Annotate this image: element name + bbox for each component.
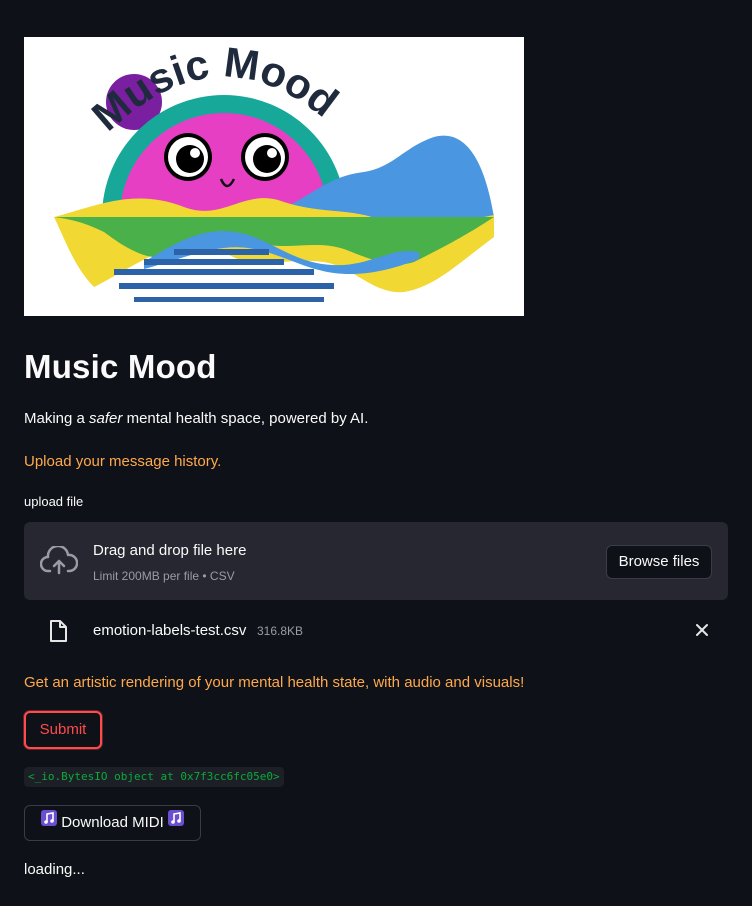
app-page: Music Mood Music Mood Making a safer men…: [0, 0, 752, 906]
upload-prompt: Upload your message history.: [24, 453, 222, 470]
upload-label: upload file: [24, 494, 84, 509]
file-icon: [48, 619, 68, 648]
uploaded-file-size: 316.8KB: [257, 624, 304, 638]
tagline-emphasis: safer: [89, 410, 123, 427]
music-mood-logo: Music Mood: [24, 37, 524, 316]
music-mood-logo-graphic: Music Mood: [54, 38, 494, 302]
download-midi-button[interactable]: Download MIDI: [24, 805, 201, 841]
submit-button[interactable]: Submit: [24, 711, 102, 749]
music-note-icon: [167, 806, 185, 840]
loading-status: loading...: [24, 861, 85, 878]
remove-file-close-icon[interactable]: [694, 622, 710, 638]
music-note-icon: [40, 806, 58, 840]
file-dropzone[interactable]: Drag and drop file here Limit 200MB per …: [24, 522, 728, 600]
page-title: Music Mood: [24, 348, 217, 385]
download-midi-label: Download MIDI: [61, 814, 164, 831]
tagline: Making a safer mental health space, powe…: [24, 410, 368, 427]
browse-files-button[interactable]: Browse files: [606, 545, 712, 579]
dropzone-instructions: Drag and drop file here: [93, 542, 247, 559]
tagline-suffix: mental health space, powered by AI.: [122, 410, 369, 427]
tagline-prefix: Making a: [24, 410, 90, 427]
uploaded-file-row: emotion-labels-test.csv 316.8KB: [24, 612, 728, 650]
cloud-upload-icon: [39, 544, 79, 581]
code-output: <_io.BytesIO object at 0x7f3cc6fc05e0>: [24, 767, 284, 787]
render-prompt: Get an artistic rendering of your mental…: [24, 674, 525, 691]
dropzone-limit: Limit 200MB per file • CSV: [93, 569, 235, 583]
uploaded-file-name: emotion-labels-test.csv: [93, 622, 247, 639]
